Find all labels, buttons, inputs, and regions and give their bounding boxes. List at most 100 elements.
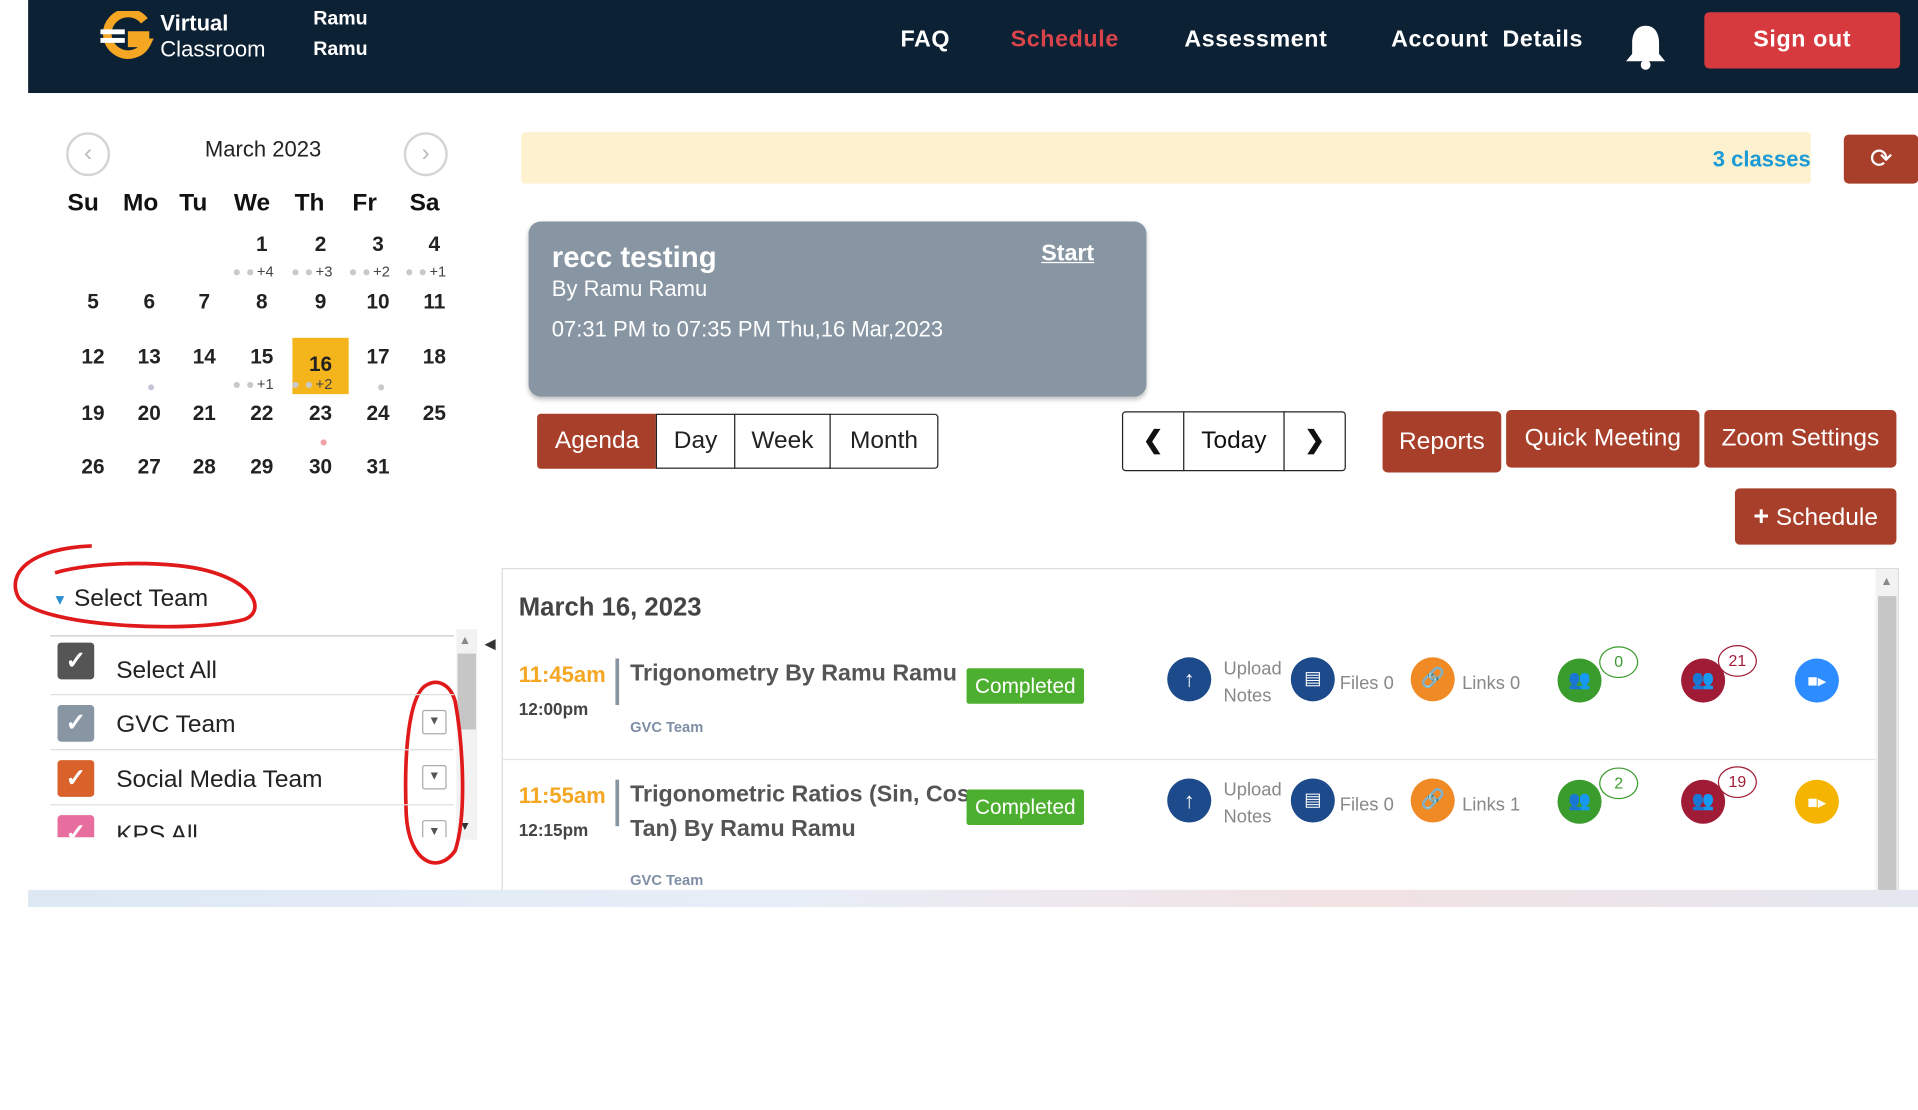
next-period-button[interactable]: ❯ xyxy=(1283,411,1346,472)
nav-faq[interactable]: FAQ xyxy=(900,27,950,54)
calendar-day[interactable]: 25 xyxy=(406,389,462,445)
team-dropdown-icon[interactable]: ▼ xyxy=(422,765,447,790)
calendar-day[interactable]: 20 xyxy=(121,389,177,445)
upload-notes-label[interactable]: Upload xyxy=(1224,777,1282,804)
upload-arrow-icon[interactable]: ↑ xyxy=(1167,778,1212,823)
scroll-up-arrow-icon[interactable]: ▲ xyxy=(459,634,471,647)
calendar-next-month-button[interactable]: › xyxy=(403,132,448,177)
agenda-scroll-up-icon[interactable]: ▲ xyxy=(1881,575,1893,588)
team-item[interactable]: ✓ GVC Team ▼ xyxy=(50,694,454,749)
video-camera-icon[interactable]: ■▸ xyxy=(1794,779,1839,824)
calendar-dow-label: Su xyxy=(67,189,99,217)
calendar-day[interactable]: 31 xyxy=(350,443,406,499)
team-dropdown-icon[interactable]: ▼ xyxy=(422,709,447,735)
calendar-day[interactable]: 6 xyxy=(121,278,177,334)
tab-day[interactable]: Day xyxy=(655,413,736,469)
calendar-day[interactable]: 8 xyxy=(234,278,290,334)
files-count[interactable]: Files 0 xyxy=(1340,792,1394,819)
sign-out-button[interactable]: Sign out xyxy=(1704,12,1901,69)
upcoming-class-card: recc testing Start By Ramu Ramu 07:31 PM… xyxy=(528,221,1147,397)
present-attendees-icon[interactable]: 👥 xyxy=(1557,658,1602,703)
notification-bell-icon[interactable] xyxy=(1622,22,1668,71)
calendar-day[interactable]: 28 xyxy=(176,443,232,499)
upload-notes-label-2[interactable]: Notes xyxy=(1224,683,1272,710)
absent-count: 21 xyxy=(1717,645,1757,677)
tab-week[interactable]: Week xyxy=(734,413,831,469)
calendar-dow-label: Th xyxy=(294,189,325,217)
calendar-dow-label: Sa xyxy=(409,189,440,217)
checkbox-checked-icon[interactable]: ✓ xyxy=(57,705,95,742)
zoom-settings-button[interactable]: Zoom Settings xyxy=(1704,410,1897,468)
calendar-day[interactable]: 26 xyxy=(65,443,121,499)
calendar-event-dot xyxy=(144,378,157,395)
zoom-video-icon[interactable]: ■▸ xyxy=(1794,658,1839,703)
calendar-day[interactable]: 27 xyxy=(121,443,177,499)
nav-account-details[interactable]: Account Details xyxy=(1391,27,1583,54)
team-item[interactable]: ✓ Social Media Team ▼ xyxy=(50,749,454,804)
event-title-line2[interactable]: Tan) By Ramu Ramu xyxy=(630,813,856,847)
absent-count: 19 xyxy=(1717,766,1757,799)
files-count[interactable]: Files 0 xyxy=(1340,671,1394,698)
links-count[interactable]: Links 1 xyxy=(1462,792,1520,819)
event-start-time: 11:45am xyxy=(518,662,606,687)
agenda-scroll-thumb[interactable] xyxy=(1878,596,1897,893)
checkbox-checked-icon[interactable]: ✓ xyxy=(57,815,95,838)
calendar-day[interactable]: 5 xyxy=(65,278,121,334)
calendar-day[interactable]: 29 xyxy=(234,443,290,499)
calendar-dow-label: We xyxy=(233,189,271,217)
checkbox-checked-icon[interactable]: ✓ xyxy=(57,642,95,680)
present-attendees-icon[interactable]: 👥 xyxy=(1557,779,1602,824)
calendar-day[interactable]: 19 xyxy=(65,389,121,445)
calendar-day[interactable]: 7 xyxy=(176,278,232,334)
nav-assessment[interactable]: Assessment xyxy=(1184,27,1327,54)
calendar-day[interactable]: 18 xyxy=(406,333,462,389)
tab-agenda[interactable]: Agenda xyxy=(537,413,658,469)
chevron-left-icon: ❮ xyxy=(1142,427,1164,455)
calendar-day[interactable]: 12 xyxy=(65,333,121,389)
add-schedule-button[interactable]: + Schedule xyxy=(1734,488,1897,545)
calendar-day[interactable]: 9 xyxy=(292,278,348,334)
upload-notes-label-2[interactable]: Notes xyxy=(1224,804,1272,831)
present-count: 0 xyxy=(1599,646,1639,679)
user-last-name: Ramu xyxy=(313,39,368,60)
logo-subtitle: Classroom xyxy=(160,36,266,62)
agenda-panel: March 16, 2023 ▲ 11:45am 12:00pm Trigonome… xyxy=(501,567,1899,894)
team-item[interactable]: ✓ KPS All ▼ xyxy=(50,804,454,838)
calendar-day[interactable]: 30 xyxy=(292,443,348,499)
agenda-date-heading: March 16, 2023 xyxy=(518,593,702,622)
event-color-bar xyxy=(615,779,620,827)
refresh-button[interactable]: ⟳ xyxy=(1843,134,1918,184)
upload-arrow-icon[interactable]: ↑ xyxy=(1167,657,1212,702)
calendar-day[interactable]: 22 xyxy=(234,389,290,445)
calendar-day[interactable]: 21 xyxy=(176,389,232,445)
calendar-prev-month-button[interactable]: ‹ xyxy=(66,132,111,177)
class-start-link[interactable]: Start xyxy=(1041,241,1094,268)
calendar-day[interactable]: 10 xyxy=(350,278,406,334)
nav-schedule[interactable]: Schedule xyxy=(1011,27,1119,54)
link-chain-icon[interactable]: 🔗 xyxy=(1410,778,1455,823)
top-navbar: Virtual Classroom Ramu Ramu FAQ Schedule… xyxy=(28,0,1918,94)
select-team-header[interactable]: ▼ Select Team xyxy=(53,585,209,613)
file-document-icon[interactable]: ▤ xyxy=(1290,778,1335,823)
tab-month[interactable]: Month xyxy=(829,413,939,469)
calendar-month-title: March 2023 xyxy=(204,137,322,162)
logo-title: Virtual xyxy=(160,11,229,36)
quick-meeting-button[interactable]: Quick Meeting xyxy=(1506,410,1700,468)
event-title[interactable]: Trigonometric Ratios (Sin, Cos, xyxy=(630,778,976,812)
user-first-name: Ramu xyxy=(313,8,368,30)
checkbox-checked-icon[interactable]: ✓ xyxy=(57,760,95,797)
file-document-icon[interactable]: ▤ xyxy=(1290,657,1335,702)
today-button[interactable]: Today xyxy=(1183,411,1285,472)
calendar-day[interactable]: 24 xyxy=(350,389,406,445)
calendar-day[interactable]: 14 xyxy=(176,333,232,389)
prev-period-button[interactable]: ❮ xyxy=(1121,411,1185,472)
calendar-day[interactable]: 11 xyxy=(406,278,462,334)
team-item[interactable]: ✓ Select All xyxy=(50,635,454,690)
event-title[interactable]: Trigonometry By Ramu Ramu xyxy=(630,657,957,691)
reports-button[interactable]: Reports xyxy=(1382,411,1502,473)
collapse-sidebar-arrow-icon[interactable]: ◀ xyxy=(485,635,496,652)
link-chain-icon[interactable]: 🔗 xyxy=(1410,657,1455,702)
team-dropdown-icon[interactable]: ▼ xyxy=(422,820,447,838)
links-count[interactable]: Links 0 xyxy=(1462,671,1520,698)
upload-notes-label[interactable]: Upload xyxy=(1224,656,1282,683)
